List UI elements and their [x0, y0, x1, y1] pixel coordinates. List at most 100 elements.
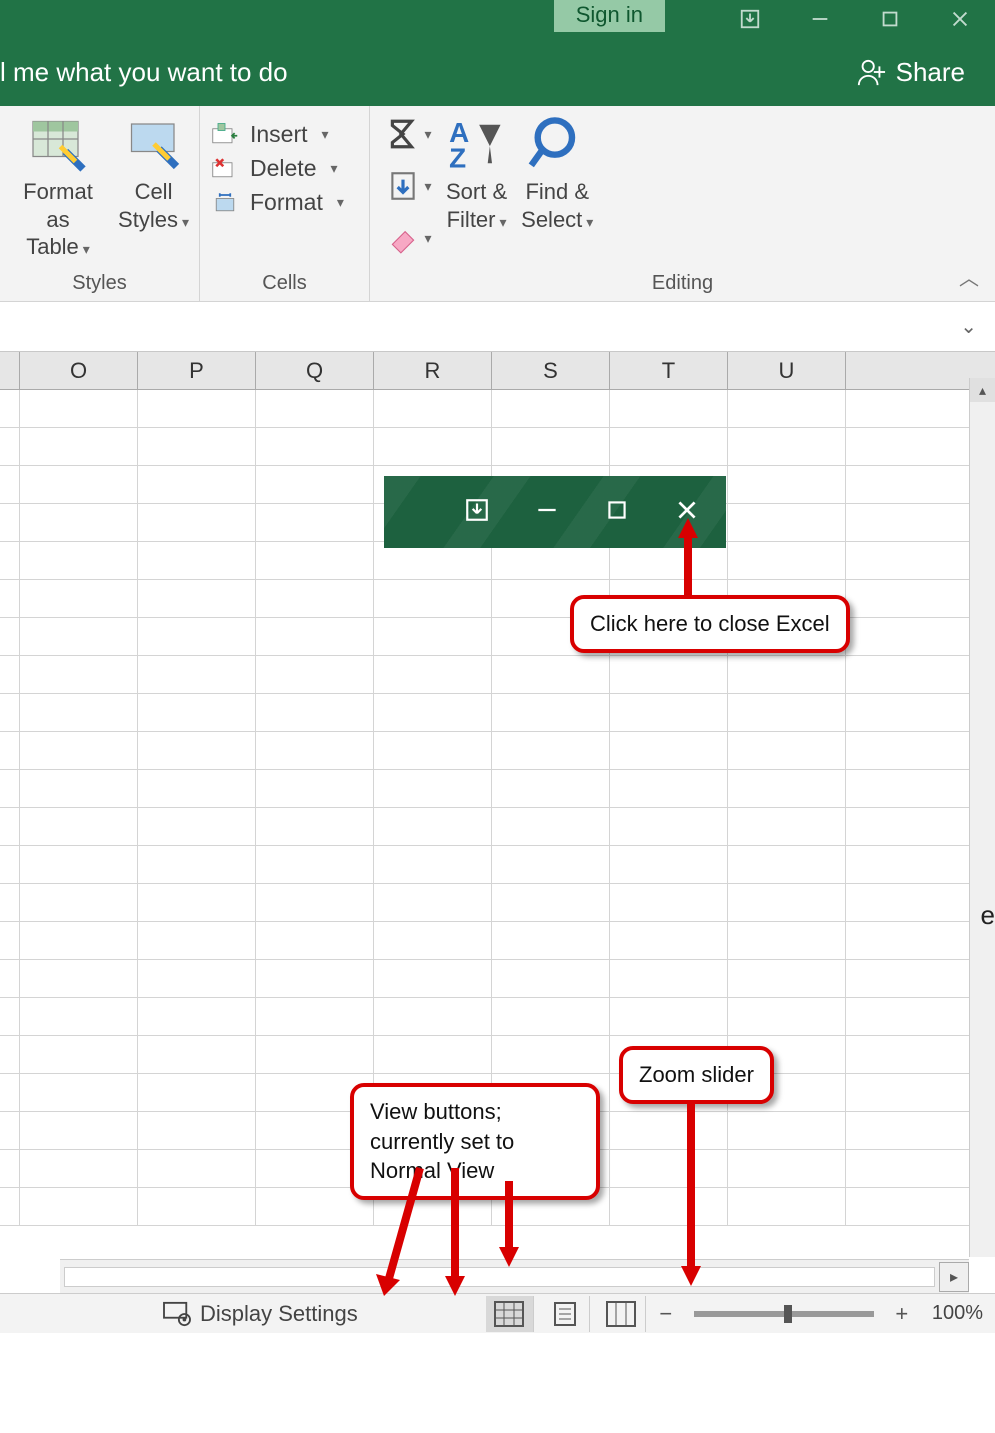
grid-cell[interactable] [610, 732, 728, 769]
grid-row[interactable] [0, 656, 969, 694]
grid-cell[interactable] [256, 656, 374, 693]
grid-cell[interactable] [610, 656, 728, 693]
grid-cell[interactable] [374, 922, 492, 959]
grid-cell[interactable] [256, 618, 374, 655]
grid-cell[interactable] [610, 390, 728, 427]
grid-cell[interactable] [728, 998, 846, 1035]
grid-cell[interactable] [138, 960, 256, 997]
grid-cell[interactable] [0, 846, 20, 883]
grid-cell[interactable] [20, 1188, 138, 1225]
grid-cell[interactable] [20, 1074, 138, 1111]
grid-cell[interactable] [492, 960, 610, 997]
grid-cell[interactable] [138, 580, 256, 617]
grid-cell[interactable] [0, 998, 20, 1035]
grid-cell[interactable] [728, 808, 846, 845]
grid-row[interactable] [0, 390, 969, 428]
insert-button[interactable]: Insert ▾ [210, 120, 359, 148]
zoom-slider-thumb[interactable] [784, 1305, 792, 1323]
grid-cell[interactable] [138, 1188, 256, 1225]
grid-row[interactable] [0, 884, 969, 922]
grid-cell[interactable] [0, 694, 20, 731]
zoom-out-button[interactable]: − [654, 1301, 678, 1327]
grid-cell[interactable] [138, 694, 256, 731]
grid-cell[interactable] [374, 656, 492, 693]
grid-cell[interactable] [374, 846, 492, 883]
grid-cell[interactable] [610, 922, 728, 959]
column-header[interactable]: T [610, 352, 728, 389]
grid-cell[interactable] [728, 1188, 846, 1225]
grid-cell[interactable] [20, 1036, 138, 1073]
grid-cell[interactable] [610, 770, 728, 807]
scroll-up-icon[interactable]: ▴ [970, 378, 995, 402]
grid-row[interactable] [0, 808, 969, 846]
grid-cell[interactable] [728, 694, 846, 731]
grid-cell[interactable] [256, 580, 374, 617]
grid-row[interactable] [0, 846, 969, 884]
grid-cell[interactable] [20, 732, 138, 769]
grid-cell[interactable] [256, 998, 374, 1035]
grid-cell[interactable] [20, 504, 138, 541]
grid-cell[interactable] [728, 428, 846, 465]
grid-cell[interactable] [20, 1150, 138, 1187]
grid-cell[interactable] [256, 1036, 374, 1073]
cell-styles-button[interactable]: Cell Styles▾ [118, 114, 189, 261]
grid-cell[interactable] [728, 846, 846, 883]
grid-cell[interactable] [492, 884, 610, 921]
grid-cell[interactable] [256, 466, 374, 503]
column-header[interactable]: Q [256, 352, 374, 389]
grid-cell[interactable] [492, 732, 610, 769]
grid-cell[interactable] [0, 1188, 20, 1225]
grid-cell[interactable] [610, 998, 728, 1035]
grid-cell[interactable] [0, 466, 20, 503]
formula-bar[interactable]: ⌄ [0, 302, 995, 352]
find-select-button[interactable]: Find & Select▾ [521, 114, 593, 233]
grid-cell[interactable] [374, 390, 492, 427]
grid-cell[interactable] [20, 580, 138, 617]
grid-cell[interactable] [0, 1150, 20, 1187]
grid-cell[interactable] [728, 884, 846, 921]
scroll-right-icon[interactable]: ▸ [939, 1262, 969, 1292]
display-settings-button[interactable]: Display Settings [162, 1301, 358, 1327]
grid-cell[interactable] [0, 656, 20, 693]
grid-cell[interactable] [610, 846, 728, 883]
grid-cell[interactable] [0, 732, 20, 769]
zoom-in-button[interactable]: + [890, 1301, 914, 1327]
vertical-scrollbar[interactable]: ▴ [969, 378, 995, 1257]
grid-cell[interactable] [728, 542, 846, 579]
grid-cell[interactable] [0, 428, 20, 465]
grid-cell[interactable] [138, 732, 256, 769]
grid-cell[interactable] [138, 1150, 256, 1187]
grid-cell[interactable] [256, 542, 374, 579]
grid-cell[interactable] [138, 808, 256, 845]
grid-cell[interactable] [256, 884, 374, 921]
grid-cell[interactable] [0, 770, 20, 807]
sign-in-button[interactable]: Sign in [554, 0, 665, 32]
grid-cell[interactable] [256, 808, 374, 845]
grid-cell[interactable] [20, 998, 138, 1035]
grid-cell[interactable] [728, 1112, 846, 1149]
grid-row[interactable] [0, 922, 969, 960]
grid-cell[interactable] [374, 1036, 492, 1073]
grid-cell[interactable] [20, 1112, 138, 1149]
grid-cell[interactable] [20, 960, 138, 997]
grid-row[interactable] [0, 1036, 969, 1074]
grid-cell[interactable] [374, 998, 492, 1035]
grid-cell[interactable] [20, 428, 138, 465]
grid-cell[interactable] [138, 922, 256, 959]
grid-cell[interactable] [20, 770, 138, 807]
page-break-view-button[interactable] [598, 1296, 646, 1332]
fill-button[interactable]: ▾ [386, 166, 432, 206]
grid-cell[interactable] [728, 504, 846, 541]
grid-cell[interactable] [610, 1188, 728, 1225]
minimize-icon[interactable] [785, 0, 855, 38]
grid-cell[interactable] [0, 390, 20, 427]
grid-cell[interactable] [20, 846, 138, 883]
grid-cell[interactable] [256, 770, 374, 807]
grid-cell[interactable] [20, 618, 138, 655]
grid-cell[interactable] [492, 808, 610, 845]
grid-cell[interactable] [374, 694, 492, 731]
grid-cell[interactable] [138, 390, 256, 427]
ribbon-display-options-icon[interactable] [715, 0, 785, 38]
grid-cell[interactable] [374, 618, 492, 655]
grid-cell[interactable] [0, 884, 20, 921]
